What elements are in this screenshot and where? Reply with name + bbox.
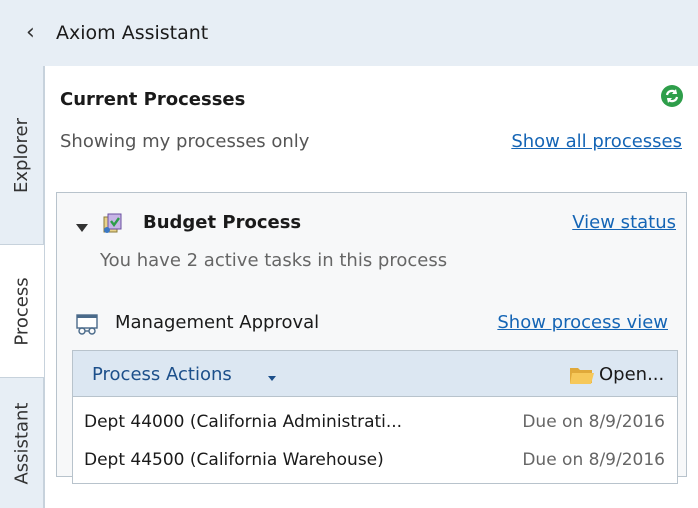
open-button[interactable]: Open... — [599, 364, 664, 385]
process-actions-menu[interactable]: Process Actions — [92, 364, 232, 385]
refresh-icon[interactable] — [660, 84, 684, 108]
tab-assistant[interactable]: Assistant — [0, 378, 44, 508]
task-name: Dept 44500 (California Warehouse) — [84, 450, 384, 470]
panel-title: Axiom Assistant — [56, 22, 209, 44]
active-tasks-text: You have 2 active tasks in this process — [100, 250, 448, 271]
budget-process-icon — [103, 213, 122, 233]
show-all-processes-link[interactable]: Show all processes — [511, 131, 682, 152]
folder-open-icon[interactable] — [569, 364, 595, 386]
task-due-date: Due on 8/9/2016 — [522, 450, 665, 470]
tab-explorer[interactable]: Explorer — [0, 66, 44, 244]
collapse-process-icon[interactable] — [76, 224, 88, 232]
tab-process[interactable]: Process — [0, 244, 44, 378]
process-name: Budget Process — [143, 212, 302, 233]
current-processes-heading: Current Processes — [60, 89, 246, 110]
table-row[interactable]: Dept 44000 (California Administrati... D… — [84, 412, 674, 442]
view-status-link[interactable]: View status — [572, 212, 676, 233]
process-step-icon — [76, 314, 98, 335]
chevron-down-icon[interactable] — [268, 376, 276, 381]
process-step-name: Management Approval — [115, 312, 320, 333]
show-process-view-link[interactable]: Show process view — [497, 312, 668, 333]
tab-assistant-label: Assistant — [11, 401, 33, 485]
tab-process-label: Process — [11, 276, 33, 346]
filter-status-text: Showing my processes only — [60, 131, 310, 152]
collapse-panel-icon[interactable]: ‹ — [26, 18, 35, 48]
task-due-date: Due on 8/9/2016 — [522, 412, 665, 432]
tab-explorer-label: Explorer — [11, 117, 33, 193]
task-name: Dept 44000 (California Administrati... — [84, 412, 403, 432]
table-row[interactable]: Dept 44500 (California Warehouse) Due on… — [84, 450, 674, 480]
